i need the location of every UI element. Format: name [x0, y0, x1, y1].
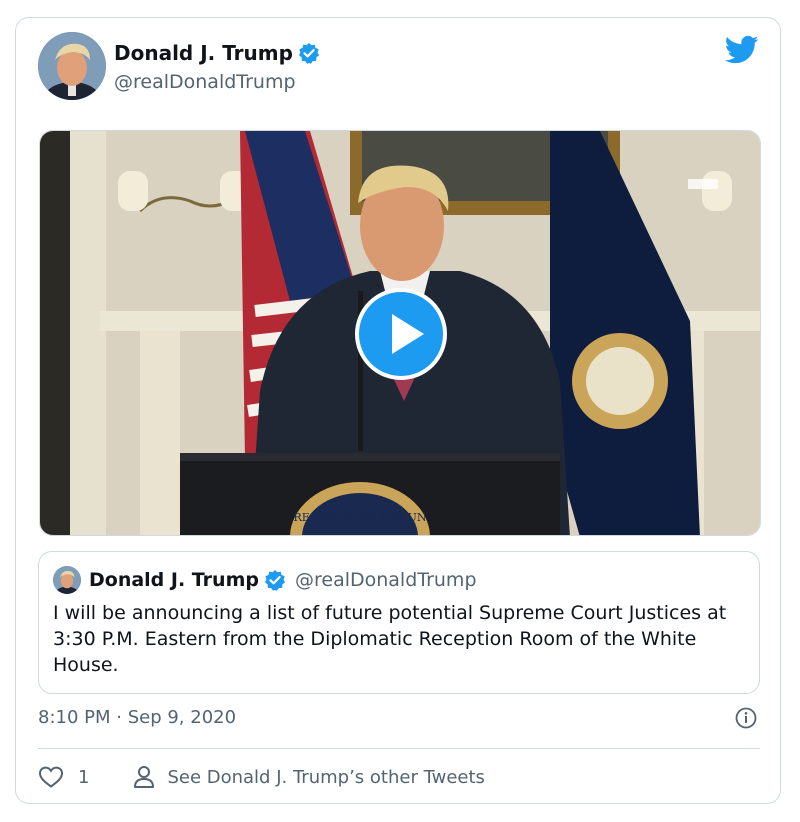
- see-other-tweets-link[interactable]: See Donald J. Trump’s other Tweets: [167, 767, 484, 788]
- verified-badge-icon: [298, 42, 320, 64]
- author-avatar[interactable]: [38, 32, 106, 100]
- twitter-bird-icon[interactable]: [724, 35, 759, 65]
- play-icon[interactable]: [355, 288, 447, 380]
- author-info: Donald J. Trump @realDonaldTrump: [114, 39, 320, 93]
- author-name-row: Donald J. Trump: [114, 39, 320, 67]
- author-handle[interactable]: @realDonaldTrump: [114, 71, 320, 93]
- tweet-card: Donald J. Trump @realDonaldTrump RESIDEN…: [15, 17, 781, 804]
- heart-icon[interactable]: [38, 765, 64, 789]
- like-count: 1: [78, 766, 90, 788]
- person-icon[interactable]: [133, 765, 155, 789]
- quoted-tweet-text: I will be announcing a list of future po…: [53, 602, 727, 676]
- quoted-tweet-header: Donald J. Trump @realDonaldTrump: [89, 566, 477, 594]
- quoted-author-avatar[interactable]: [53, 566, 81, 594]
- quoted-author-name: Donald J. Trump: [89, 569, 259, 591]
- seal-text: RESIDENT OF THE UN: [294, 511, 427, 524]
- quoted-tweet[interactable]: Donald J. Trump @realDonaldTrump I will …: [38, 551, 760, 694]
- verified-badge-icon: [264, 569, 286, 591]
- quoted-author-handle: @realDonaldTrump: [294, 569, 477, 591]
- author-name[interactable]: Donald J. Trump: [114, 41, 293, 65]
- tweet-actions: 1 See Donald J. Trump’s other Tweets: [38, 762, 485, 792]
- video-player[interactable]: RESIDENT OF THE UN: [39, 130, 761, 536]
- tweet-timestamp[interactable]: 8:10 PM · Sep 9, 2020: [38, 707, 236, 728]
- info-icon[interactable]: [735, 707, 757, 729]
- divider: [38, 748, 760, 749]
